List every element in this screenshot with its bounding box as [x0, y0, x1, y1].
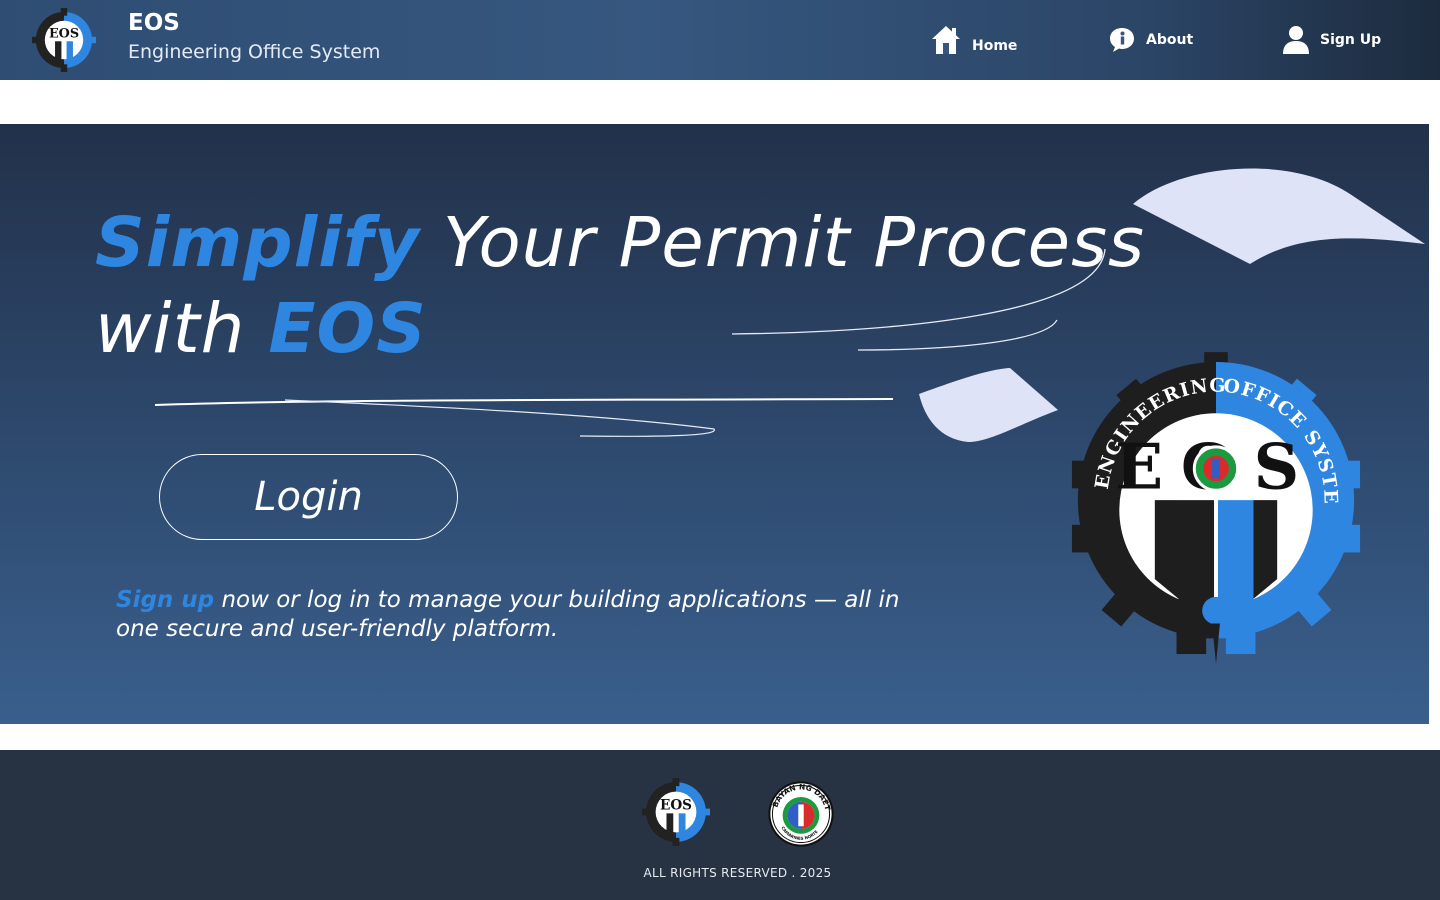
copyright-text: ALL RIGHTS RESERVED . 2025 [643, 866, 832, 880]
svg-text:EOS: EOS [660, 797, 692, 813]
tagline-text: now or log in to manage your building ap… [116, 587, 900, 642]
svg-text:EOS: EOS [49, 26, 79, 41]
eos-emblem: ENGINEERING OFFICE SYSTEM EOS [1068, 352, 1361, 664]
home-icon [932, 26, 960, 54]
headline-text-2: with [95, 289, 269, 369]
hero-tagline: Sign up now or log in to manage your bui… [116, 586, 936, 644]
nav-about[interactable]: About [1108, 18, 1193, 62]
hero-headline: Simplify Your Permit Process with EOS [95, 200, 1145, 372]
headline-accent-simplify: Simplify [95, 203, 420, 283]
nav-about-label: About [1146, 32, 1194, 48]
info-icon [1110, 28, 1134, 52]
nav-sign-up-label: Sign Up [1320, 32, 1382, 48]
sign-up-link[interactable]: Sign up [116, 587, 214, 613]
login-button[interactable]: Login [159, 454, 458, 540]
footer-eos-logo: EOS [642, 778, 710, 846]
hero-section: Simplify Your Permit Process with EOS Lo… [0, 124, 1429, 724]
top-navbar: EOS EOS Engineering Office System Home A… [0, 0, 1440, 80]
brand-subtitle: Engineering Office System [128, 41, 381, 63]
user-icon [1283, 26, 1309, 54]
eos-logo[interactable]: EOS [32, 8, 96, 72]
bayan-ng-daet-seal: BAYAN NG DAET CAMARINES NORTE [768, 781, 834, 847]
nav-home-label: Home [972, 38, 1018, 54]
brand-title: EOS [128, 10, 180, 36]
headline-text-1: Your Permit Process [419, 203, 1145, 283]
nav-home[interactable]: Home [930, 18, 1017, 62]
headline-accent-eos: EOS [268, 289, 427, 369]
nav-sign-up[interactable]: Sign Up [1282, 18, 1381, 62]
footer: EOS BAYAN NG DAET CAMARINES NORTE ALL RI… [0, 750, 1440, 900]
